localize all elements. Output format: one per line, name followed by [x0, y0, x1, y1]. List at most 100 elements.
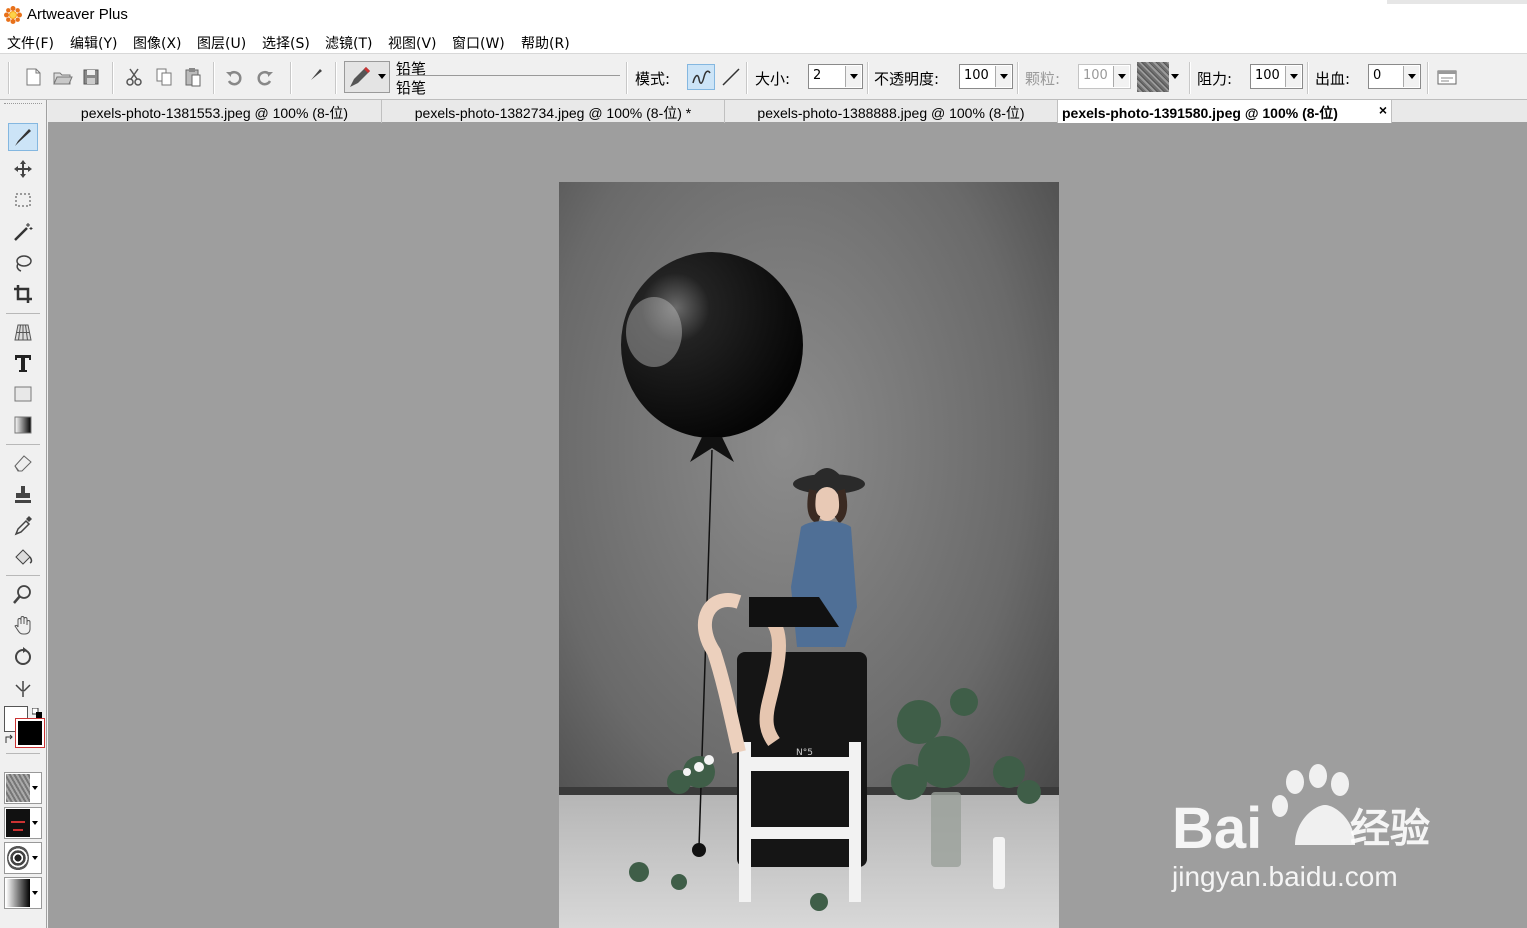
text-icon: [15, 355, 31, 372]
tab-label: pexels-photo-1382734.jpeg @ 100% (8-位) *: [414, 105, 692, 121]
tool-eraser[interactable]: [8, 448, 38, 476]
menu-layer[interactable]: 图层(U): [197, 33, 246, 53]
swap-colors-icon[interactable]: [4, 733, 16, 745]
toolbar-separator: [290, 62, 292, 94]
toolbar-separator: [112, 62, 114, 94]
tab-label: pexels-photo-1388888.jpeg @ 100% (8-位): [757, 105, 1025, 121]
tool-gradient[interactable]: [8, 411, 38, 439]
tool-crop[interactable]: [8, 280, 38, 308]
hand-icon: [14, 616, 31, 635]
opacity-select[interactable]: 100: [959, 64, 1013, 89]
grain-select[interactable]: 100: [1078, 64, 1131, 89]
grain-label: 颗粒:: [1025, 70, 1061, 88]
tab-document-3[interactable]: pexels-photo-1388888.jpeg @ 100% (8-位): [725, 100, 1058, 123]
tab-document-2[interactable]: pexels-photo-1382734.jpeg @ 100% (8-位) *: [382, 100, 725, 123]
reset-colors-icon[interactable]: [32, 708, 42, 718]
new-file-icon: [26, 68, 41, 86]
save-button[interactable]: [80, 66, 102, 88]
size-select[interactable]: 2: [808, 64, 863, 89]
denim-jacket: [791, 521, 857, 647]
tool-paint-bucket[interactable]: [8, 543, 38, 571]
mode-line-button[interactable]: [720, 66, 742, 88]
gradient-swatch: [6, 879, 30, 907]
chevron-down-icon: [32, 786, 38, 790]
undo-button[interactable]: [224, 66, 246, 88]
bleed-value: 0: [1373, 68, 1382, 83]
redo-button[interactable]: [253, 66, 275, 88]
tool-eyedropper[interactable]: [8, 511, 38, 539]
move-icon: [14, 160, 32, 178]
paper-texture-picker[interactable]: [1137, 62, 1183, 92]
resistance-select[interactable]: 100: [1250, 64, 1303, 89]
toolbar-separator: [867, 62, 869, 94]
brush-preset-button[interactable]: [304, 66, 326, 88]
tool-text[interactable]: [8, 349, 38, 377]
tool-hand[interactable]: [8, 611, 38, 639]
baidu-jingyan-watermark: Bai 经验 jingyan.baidu.com: [1170, 760, 1470, 900]
artweaver-logo-icon: [4, 6, 22, 24]
menu-window[interactable]: 窗口(W): [452, 33, 505, 53]
gradient-picker[interactable]: [4, 877, 42, 909]
magnifier-icon: [13, 585, 31, 604]
paste-button[interactable]: [182, 66, 204, 88]
tool-magic-wand[interactable]: [8, 218, 38, 246]
window-controls[interactable]: [1387, 0, 1527, 4]
paper-texture-swatch: [6, 774, 30, 802]
menu-file[interactable]: 文件(F): [7, 33, 54, 53]
crop-icon: [14, 285, 32, 303]
tab-document-4[interactable]: pexels-photo-1391580.jpeg @ 100% (8-位) ×: [1058, 100, 1392, 123]
tool-brush[interactable]: [8, 123, 38, 151]
menu-filter[interactable]: 滤镜(T): [325, 33, 372, 53]
tool-zoom[interactable]: [8, 580, 38, 608]
brush-tip-picker[interactable]: [4, 842, 42, 874]
menu-view[interactable]: 视图(V): [388, 33, 437, 53]
barrel-label: N°5: [796, 748, 813, 758]
tool-symmetry[interactable]: [8, 674, 38, 702]
marquee-icon: [15, 193, 31, 207]
tool-shape[interactable]: [8, 380, 38, 408]
brush-category-picker[interactable]: [344, 61, 390, 93]
tool-move[interactable]: [8, 155, 38, 183]
grain-value: 100: [1083, 68, 1108, 83]
chevron-down-icon: [1403, 66, 1419, 87]
rotate-view-icon: [15, 647, 31, 665]
chevron-down-icon: [1113, 66, 1129, 87]
pencil-icon: [350, 67, 370, 87]
new-file-button[interactable]: [22, 66, 44, 88]
document-canvas-image[interactable]: N°5: [559, 182, 1059, 928]
eyedropper-icon: [14, 516, 32, 536]
menu-image[interactable]: 图像(X): [133, 33, 182, 53]
tool-lasso[interactable]: [8, 249, 38, 277]
copy-button[interactable]: [153, 66, 175, 88]
paper-picker[interactable]: [4, 772, 42, 804]
mode-label: 模式:: [635, 70, 671, 88]
tab-label: pexels-photo-1381553.jpeg @ 100% (8-位): [80, 105, 349, 121]
scissors-icon: [126, 68, 142, 86]
gradient-icon: [14, 416, 32, 434]
settings-panel-icon: [1437, 70, 1457, 85]
bleed-select[interactable]: 0: [1368, 64, 1421, 89]
pattern-picker[interactable]: [4, 807, 42, 839]
opacity-value: 100: [964, 68, 989, 83]
chevron-down-icon: [32, 856, 38, 860]
menu-edit[interactable]: 编辑(Y): [70, 33, 117, 53]
menu-select[interactable]: 选择(S): [262, 33, 310, 53]
tab-document-1[interactable]: pexels-photo-1381553.jpeg @ 100% (8-位): [48, 100, 382, 123]
open-file-button[interactable]: [51, 66, 73, 88]
tool-rotate[interactable]: [8, 643, 38, 671]
menu-help[interactable]: 帮助(R): [521, 33, 570, 53]
toolbox-grip: [4, 103, 42, 106]
tool-clone-stamp[interactable]: [8, 480, 38, 508]
tool-perspective[interactable]: [8, 318, 38, 346]
brush-settings-button[interactable]: [1436, 66, 1458, 88]
tool-rect-select[interactable]: [8, 186, 38, 214]
mode-freehand-button[interactable]: [687, 64, 715, 90]
toolbox-separator: [6, 753, 40, 754]
close-tab-icon[interactable]: ×: [1379, 102, 1387, 118]
brush-variant-label[interactable]: 铅笔: [396, 77, 426, 98]
photo-artwork: N°5: [559, 182, 1059, 928]
cut-button[interactable]: [123, 66, 145, 88]
foreground-color-swatch[interactable]: [15, 718, 45, 748]
opacity-label: 不透明度:: [874, 70, 940, 88]
redo-icon: [257, 70, 273, 86]
